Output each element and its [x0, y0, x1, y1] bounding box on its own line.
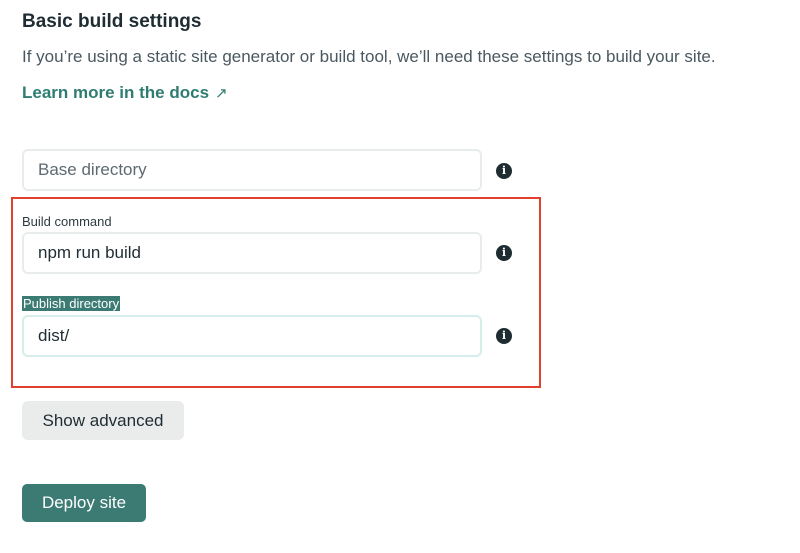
- build-settings-page: Basic build settings If you’re using a s…: [0, 0, 800, 553]
- docs-link-label: Learn more in the docs: [22, 83, 210, 102]
- base-directory-info-icon[interactable]: i: [496, 163, 512, 179]
- build-command-label: Build command: [22, 214, 112, 229]
- docs-link[interactable]: Learn more in the docs ↗: [22, 83, 228, 103]
- section-title: Basic build settings: [22, 11, 202, 32]
- deploy-site-button[interactable]: Deploy site: [22, 484, 146, 522]
- section-description: If you’re using a static site generator …: [22, 47, 716, 66]
- show-advanced-button[interactable]: Show advanced: [22, 401, 184, 440]
- build-command-input[interactable]: [22, 232, 482, 274]
- external-link-icon: ↗: [215, 85, 228, 102]
- base-directory-input[interactable]: [22, 149, 482, 191]
- build-command-info-icon[interactable]: i: [496, 245, 512, 261]
- publish-directory-info-icon[interactable]: i: [496, 328, 512, 344]
- publish-directory-label: Publish directory: [22, 296, 121, 311]
- publish-directory-input[interactable]: [22, 315, 482, 357]
